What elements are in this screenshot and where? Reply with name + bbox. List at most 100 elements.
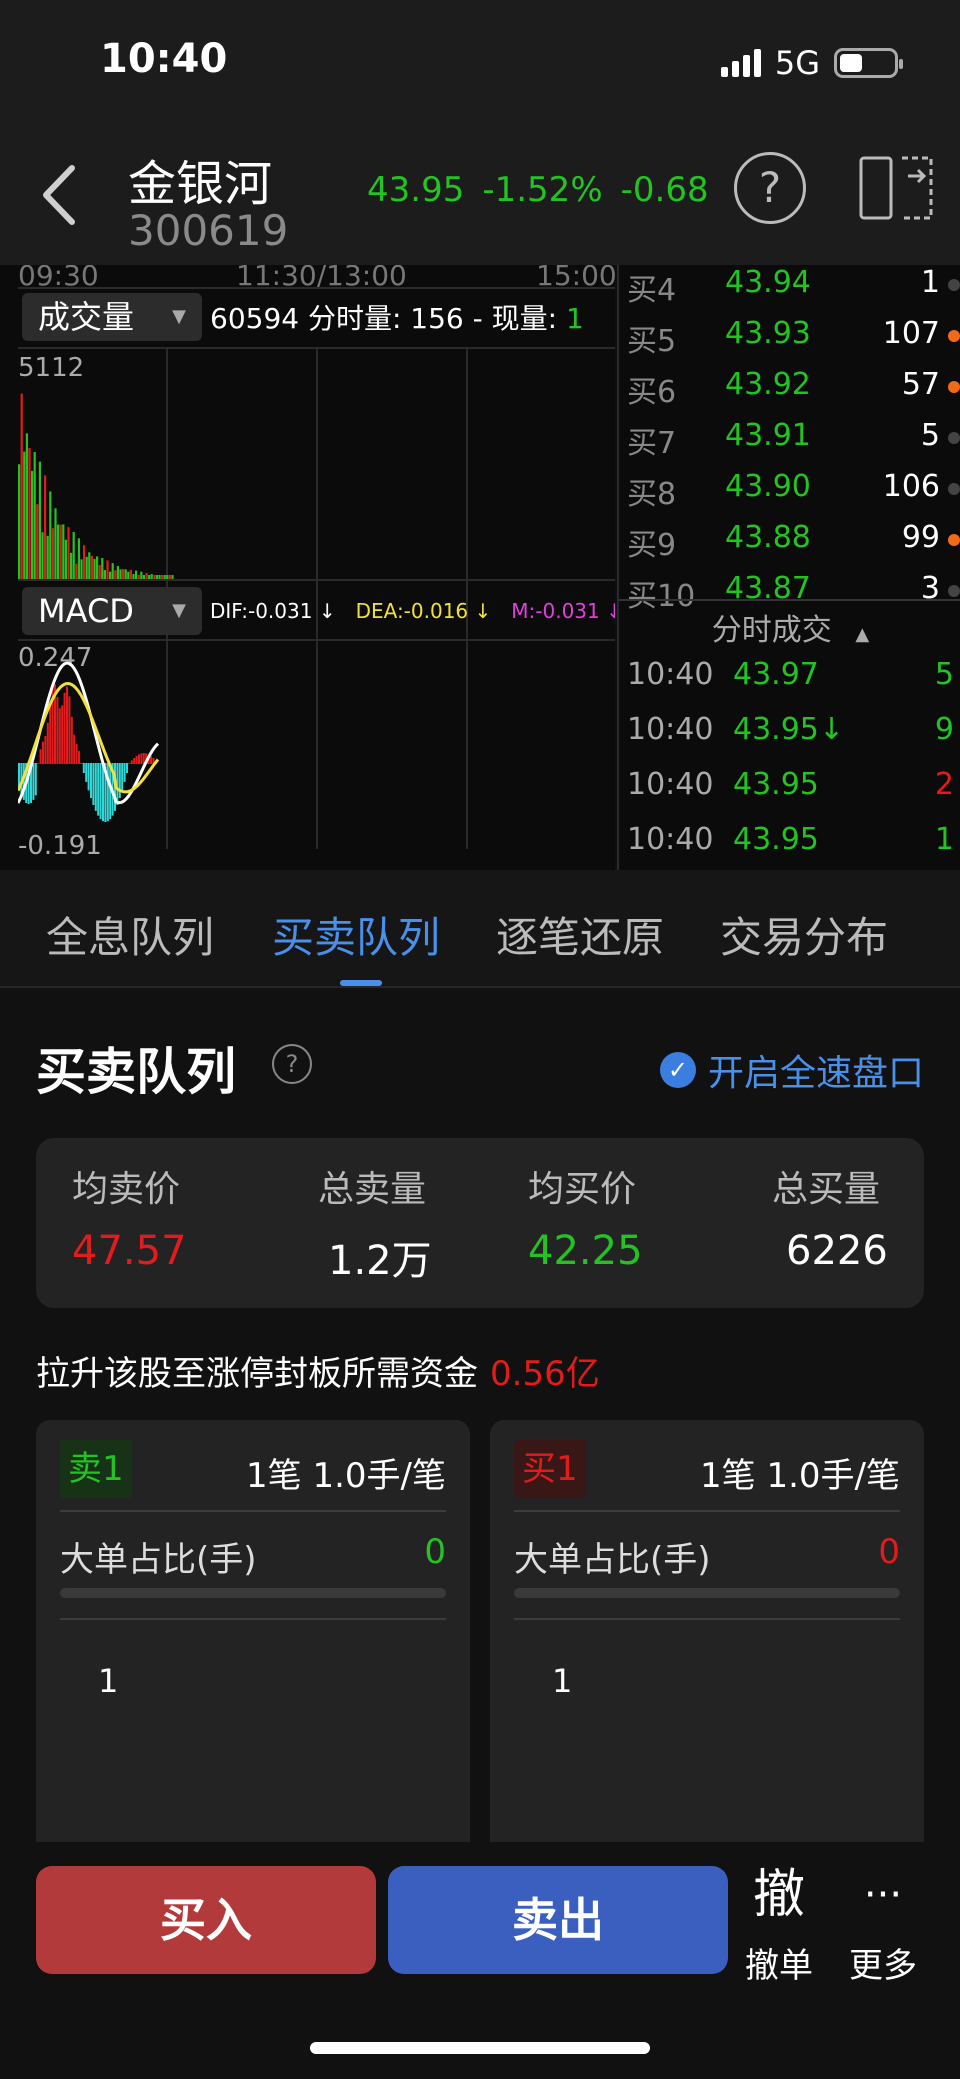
volume-bar xyxy=(77,538,80,579)
buy-queue-card[interactable]: 买1 1笔 1.0手/笔 大单占比(手) 0 1 xyxy=(490,1420,924,1868)
macd-histogram-bar xyxy=(90,763,92,799)
order-book[interactable]: 买4 43.94 1 买5 43.93 107 买6 43.92 57 买7 4… xyxy=(617,265,960,870)
tab-trade-distribution[interactable]: 交易分布 xyxy=(720,904,888,965)
macd-histogram-bar xyxy=(44,735,47,764)
bid-level: 买5 xyxy=(627,324,677,359)
cancel-order-icon: 撤 xyxy=(752,1865,805,1925)
tick-price: 43.95 xyxy=(733,822,819,857)
bid-volume: 57 xyxy=(901,367,940,402)
volume-bar xyxy=(93,558,96,579)
check-circle-icon: ✓ xyxy=(659,1052,696,1088)
volume-now: 1 xyxy=(566,302,584,335)
total-sell-value: 1.2万 xyxy=(328,1238,432,1284)
ticks-header[interactable]: 分时成交 ▲ xyxy=(619,605,960,649)
bid-dot-icon xyxy=(948,585,960,597)
bid-price: 43.93 xyxy=(725,316,811,351)
volume-bar xyxy=(67,527,70,579)
volume-info-text: 60594 分时量: 156 - 现量: xyxy=(210,302,566,335)
macd-histogram-bar xyxy=(140,753,143,764)
volume-bar xyxy=(20,393,23,579)
gridline xyxy=(18,287,615,289)
active-tab-indicator xyxy=(340,980,382,986)
battery-icon xyxy=(834,48,903,78)
layout-switch-icon[interactable] xyxy=(858,152,934,224)
macd-histogram-bar xyxy=(85,763,88,782)
signal-icon xyxy=(720,49,761,77)
macd-histogram-bar xyxy=(73,734,76,764)
total-sell-col: 总卖量 1.2万 xyxy=(318,1160,432,1286)
volume-bar xyxy=(36,504,39,579)
macd-info: DIF:-0.031 ↓ DEA:-0.016 ↓ M:-0.031 ↓ xyxy=(210,599,615,623)
buy-big-order-value: 0 xyxy=(878,1532,900,1572)
more-button[interactable]: ··· 更多 xyxy=(838,1862,928,1987)
tab-tick-restore[interactable]: 逐笔还原 xyxy=(496,904,664,965)
macd-histogram-bar xyxy=(49,702,52,764)
intraday-chart[interactable]: 09:30 11:30/13:00 15:00 成交量 ▼ 60594 分时量:… xyxy=(0,265,615,870)
tab-order-queue[interactable]: 买卖队列 xyxy=(272,904,440,965)
bid-price: 43.90 xyxy=(725,469,811,504)
macd-indicator-label: MACD xyxy=(38,592,134,630)
stock-name: 金银河 xyxy=(128,156,273,212)
volume-info: 60594 分时量: 156 - 现量: 1 xyxy=(210,297,584,337)
bid-price: 43.88 xyxy=(725,520,811,555)
macd-plot xyxy=(18,661,160,822)
avg-sell-label: 均卖价 xyxy=(72,1169,181,1210)
macd-indicator-select[interactable]: MACD ▼ xyxy=(22,587,202,635)
feature-tabs: 全息队列 买卖队列 逐笔还原 交易分布 xyxy=(0,870,960,988)
volume-bar xyxy=(51,528,54,579)
volume-bar xyxy=(96,556,99,579)
volume-indicator-select[interactable]: 成交量 ▼ xyxy=(22,293,202,341)
volume-bar xyxy=(85,556,88,579)
macd-histogram-bar xyxy=(56,697,59,764)
sell-queue-card[interactable]: 卖1 1笔 1.0手/笔 大单占比(手) 0 1 xyxy=(36,1420,470,1868)
macd-histogram-bar xyxy=(130,760,133,764)
bid-dot-icon xyxy=(948,279,960,291)
volume-bars xyxy=(18,393,174,579)
volume-bar xyxy=(88,552,91,579)
volume-bar xyxy=(59,524,62,579)
cancel-order-label: 撤单 xyxy=(745,1946,813,1986)
cancel-order-button[interactable]: 撤 撤单 xyxy=(734,1862,824,1987)
question-icon[interactable]: ? xyxy=(272,1044,312,1084)
macd-histogram-bar xyxy=(121,763,124,791)
stock-change-pct: -1.52% xyxy=(482,170,603,210)
volume-bar xyxy=(135,570,138,579)
back-arrow-icon[interactable] xyxy=(36,160,86,230)
stock-change: -0.68 xyxy=(620,170,709,210)
queue-summary: 均卖价 47.57 总卖量 1.2万 均买价 42.25 总买量 6226 xyxy=(36,1138,924,1308)
sell-big-order-label: 大单占比(手) xyxy=(60,1540,257,1580)
buy-big-order-bar xyxy=(514,1588,900,1598)
macd-histogram-bar xyxy=(97,763,100,816)
caret-up-icon: ▲ xyxy=(855,624,870,645)
sell-big-order-value: 0 xyxy=(424,1532,446,1572)
bid-level: 买8 xyxy=(627,477,677,512)
volume-bar xyxy=(83,545,86,579)
macd-histogram-bar xyxy=(75,743,78,764)
tab-full-queue[interactable]: 全息队列 xyxy=(46,904,214,965)
sell-queue-order: 1 xyxy=(98,1662,119,1700)
stock-quote: 43.95 -1.52% -0.68 xyxy=(367,170,709,210)
macd-dea: DEA:-0.016 ↓ xyxy=(355,599,492,623)
volume-bar xyxy=(129,569,132,579)
volume-bar xyxy=(90,555,93,579)
help-icon[interactable]: ? xyxy=(734,152,806,224)
avg-buy-value: 42.25 xyxy=(528,1228,643,1274)
volume-bar xyxy=(44,475,47,579)
avg-buy-label: 均买价 xyxy=(528,1169,637,1210)
bid-level: 买6 xyxy=(627,375,677,410)
volume-bar xyxy=(111,563,114,579)
tick-time: 10:40 xyxy=(627,712,714,747)
volume-bar xyxy=(127,571,130,579)
volume-bar xyxy=(64,539,67,579)
trade-action-bar: 买入 卖出 撤 撤单 ··· 更多 xyxy=(0,1842,960,2079)
sell-button[interactable]: 卖出 xyxy=(388,1866,728,1974)
avg-buy-col: 均买价 42.25 xyxy=(528,1160,643,1274)
bid-row: 买8 43.90 106 xyxy=(619,469,960,519)
tick-price: 43.95↓ xyxy=(733,712,845,747)
fast-quote-toggle[interactable]: ✓ 开启全速盘口 xyxy=(659,1044,924,1096)
bid-volume: 99 xyxy=(901,520,940,555)
caret-down-icon: ▼ xyxy=(172,306,186,327)
buy-button[interactable]: 买入 xyxy=(36,1866,376,1974)
network-type: 5G xyxy=(774,44,820,82)
total-buy-value: 6226 xyxy=(786,1228,888,1274)
